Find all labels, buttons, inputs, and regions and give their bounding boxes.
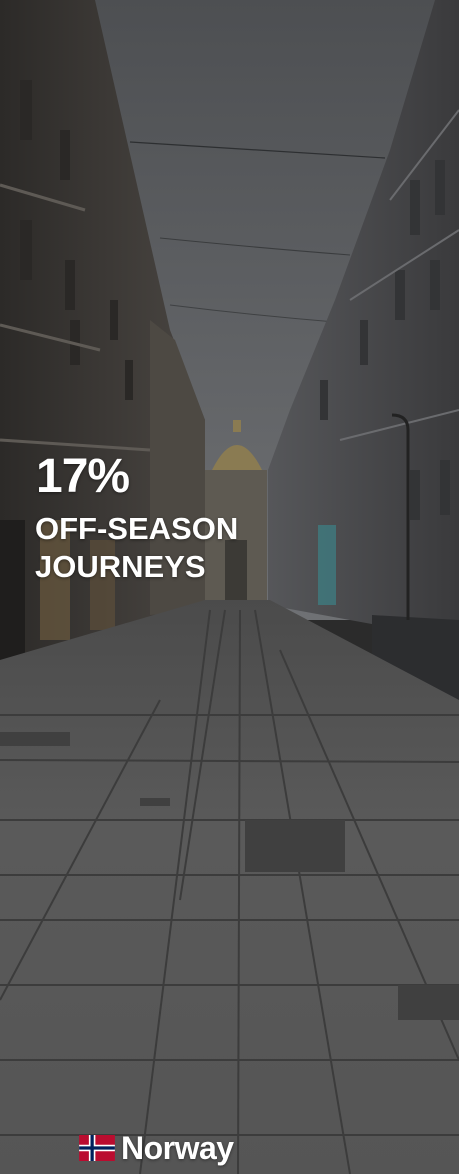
promo-card[interactable]: 17% OFF-SEASON JOURNEYS Norway [0, 0, 459, 1174]
promo-caption: OFF-SEASON JOURNEYS [35, 510, 238, 586]
promo-caption-line-2: JOURNEYS [35, 549, 206, 584]
promo-caption-line-1: OFF-SEASON [35, 511, 239, 546]
country-name: Norway [121, 1130, 234, 1166]
norway-flag-icon [79, 1135, 115, 1161]
country-label: Norway [79, 1128, 234, 1168]
promo-stat: 17% [36, 450, 130, 503]
street-background-image [0, 0, 459, 1174]
